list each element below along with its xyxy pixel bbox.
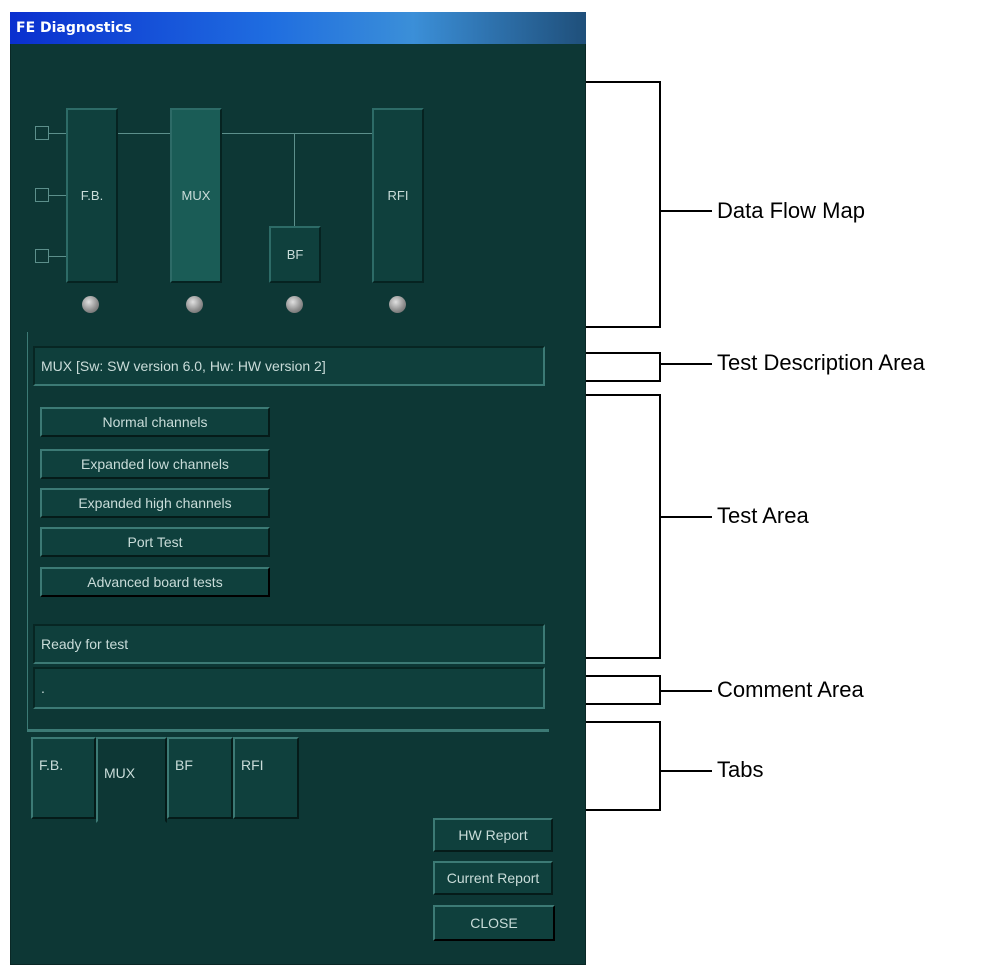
data-flow-map-connector <box>661 210 712 212</box>
test-description-text: MUX [Sw: SW version 6.0, Hw: HW version … <box>41 358 326 374</box>
title-bar: FE Diagnostics <box>10 12 586 44</box>
tab-fb-label: F.B. <box>39 757 64 773</box>
test-area-bracket <box>586 394 661 659</box>
expanded-low-channels-label: Expanded low channels <box>81 456 229 472</box>
tabs-callout: Tabs <box>717 757 764 782</box>
fb-input-3-port <box>35 249 49 263</box>
connector-line <box>49 195 66 196</box>
tabs-bracket <box>586 721 661 811</box>
fb-status-led <box>82 296 99 313</box>
tab-rfi[interactable]: RFI <box>233 737 299 819</box>
status-text: Ready for test <box>41 636 129 652</box>
test-description-callout: Test Description Area <box>717 350 925 375</box>
current-report-label: Current Report <box>446 870 540 886</box>
advanced-board-tests-button[interactable]: Advanced board tests <box>40 567 270 597</box>
flow-block-mux-label: MUX <box>181 188 211 203</box>
port-test-button[interactable]: Port Test <box>40 527 270 557</box>
comment-area-connector <box>661 690 712 692</box>
expanded-low-channels-button[interactable]: Expanded low channels <box>40 449 270 479</box>
hw-report-label: HW Report <box>458 827 528 843</box>
status-field: Ready for test <box>33 624 545 664</box>
current-report-button[interactable]: Current Report <box>433 861 553 895</box>
port-test-label: Port Test <box>127 534 183 550</box>
fb-input-2-port <box>35 188 49 202</box>
comment-area-callout: Comment Area <box>717 677 864 702</box>
data-flow-map-callout: Data Flow Map <box>717 198 865 223</box>
window-title: FE Diagnostics <box>16 20 132 36</box>
comment-field[interactable]: . <box>33 667 545 709</box>
test-description-connector <box>661 363 712 365</box>
data-flow-map-bracket <box>586 81 661 328</box>
normal-channels-button[interactable]: Normal channels <box>40 407 270 437</box>
tab-fb[interactable]: F.B. <box>31 737 96 819</box>
connector-line <box>49 133 66 134</box>
flow-block-rfi-label: RFI <box>387 188 409 203</box>
flow-block-fb[interactable]: F.B. <box>66 108 118 283</box>
flow-block-rfi[interactable]: RFI <box>372 108 424 283</box>
mux-status-led <box>186 296 203 313</box>
test-description-bracket <box>586 352 661 382</box>
expanded-high-channels-button[interactable]: Expanded high channels <box>40 488 270 518</box>
bus-line <box>118 133 372 134</box>
connector-line <box>49 256 66 257</box>
advanced-board-tests-label: Advanced board tests <box>87 574 223 590</box>
hw-report-button[interactable]: HW Report <box>433 818 553 852</box>
test-area-callout: Test Area <box>717 503 809 528</box>
flow-block-fb-label: F.B. <box>80 188 104 203</box>
comment-text: . <box>41 680 45 696</box>
flow-block-bf-label: BF <box>286 247 304 262</box>
close-label: CLOSE <box>470 915 518 931</box>
flow-block-mux[interactable]: MUX <box>170 108 222 283</box>
fb-input-1-port <box>35 126 49 140</box>
test-area-connector <box>661 516 712 518</box>
tab-rfi-label: RFI <box>241 757 264 773</box>
tab-mux-label: MUX <box>104 765 136 781</box>
tab-bf-label: BF <box>175 757 193 773</box>
fe-diagnostics-window: FE Diagnostics F.B. MUX BF RFI MUX [Sw: … <box>10 12 586 965</box>
rfi-status-led <box>389 296 406 313</box>
tab-bf[interactable]: BF <box>167 737 233 819</box>
bf-status-led <box>286 296 303 313</box>
test-description-field: MUX [Sw: SW version 6.0, Hw: HW version … <box>33 346 545 386</box>
tab-mux[interactable]: MUX <box>96 737 167 823</box>
tabs-connector <box>661 770 712 772</box>
normal-channels-label: Normal channels <box>102 414 208 430</box>
flow-block-bf[interactable]: BF <box>269 226 321 283</box>
comment-area-bracket <box>586 675 661 705</box>
close-button[interactable]: CLOSE <box>433 905 555 941</box>
bf-connector-line <box>294 133 295 226</box>
expanded-high-channels-label: Expanded high channels <box>78 495 232 511</box>
